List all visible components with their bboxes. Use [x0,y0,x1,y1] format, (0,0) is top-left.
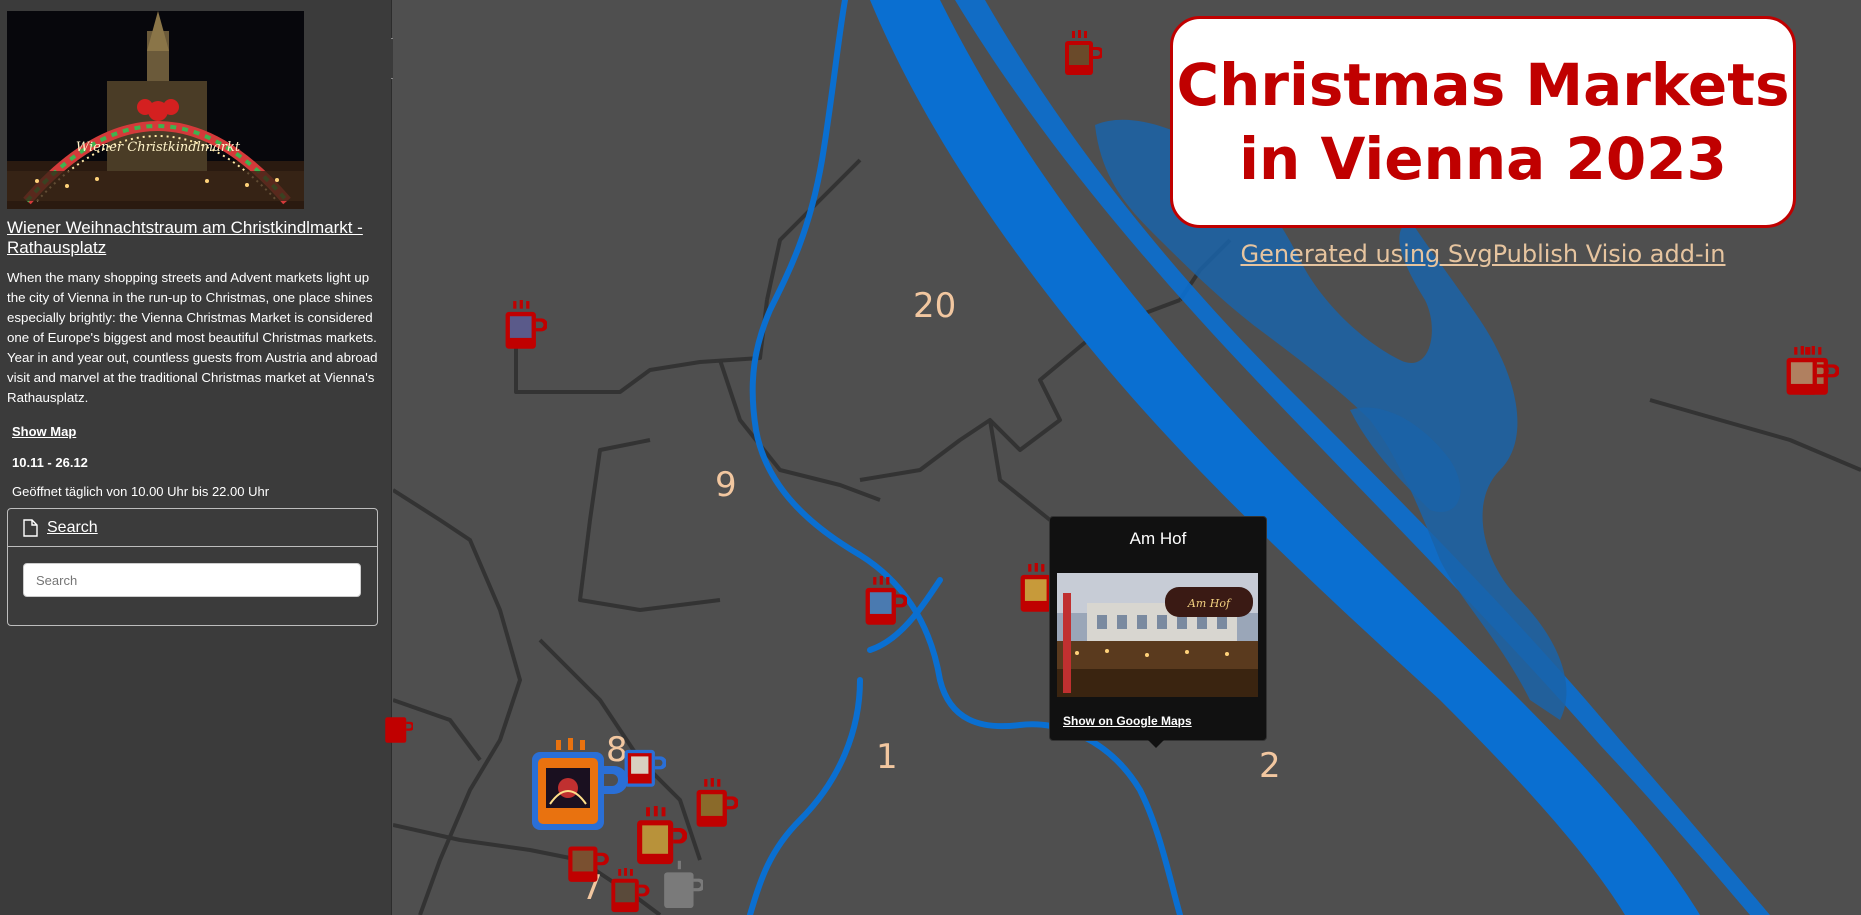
search-input[interactable] [23,563,361,597]
map-spacer-5 [1790,320,1792,322]
generated-by-link[interactable]: Generated using SvgPublish Visio add-in [1170,240,1796,268]
map-spacer-3 [1790,340,1792,342]
search-panel: Search [7,508,378,626]
district-label-20: 20 [913,286,957,326]
market-title-link[interactable]: Wiener Weihnachtstraum am Christkindlmar… [7,218,377,258]
market-hero-image: Wiener Christkindlmarkt [7,11,304,209]
market-marker-mug-icon[interactable] [631,806,687,868]
market-marker-mug-icon[interactable] [501,300,547,352]
search-panel-header[interactable]: Search [8,509,377,547]
district-label-9: 9 [715,465,737,505]
market-marker-mug-icon[interactable] [563,835,609,885]
market-marker-mug-icon[interactable] [661,860,703,912]
market-marker-mug-icon[interactable] [383,705,413,749]
popup-title: Am Hof [1129,529,1187,548]
document-icon [23,518,38,537]
map-spacer-6 [1790,310,1792,312]
market-marker-mug-icon[interactable] [692,778,738,830]
market-marker-mug-icon[interactable] [1062,30,1102,78]
market-marker-mug-icon-east[interactable] [1780,346,1830,398]
map-title: Christmas Markets in Vienna 2023 [1176,51,1790,193]
market-marker-mug-icon[interactable] [861,576,907,628]
show-map-link[interactable]: Show Map [12,424,76,439]
hero-sign-text: Wiener Christkindlmarkt [76,140,241,155]
sidebar: Wiener Christkindlmarkt Wiener Weihnacht… [0,0,392,915]
map-canvas[interactable]: 20 9 8 1 2 7 Christmas Markets in Vienna… [385,0,1861,915]
market-description: When the many shopping streets and Adven… [7,270,378,405]
market-marker-mug-icon[interactable] [605,868,651,915]
popup-pointer [1148,740,1164,748]
map-spacer-4 [1790,330,1792,332]
show-on-google-maps-link[interactable]: Show on Google Maps [1063,714,1192,728]
map-title-card: Christmas Markets in Vienna 2023 [1170,16,1796,228]
district-label-1: 1 [876,737,898,777]
district-label-2: 2 [1259,746,1281,786]
market-dates: 10.11 - 26.12 [12,455,88,470]
popup-photo: Am Hof [1057,573,1258,697]
market-hours: Geöffnet täglich von 10.00 Uhr bis 22.00… [12,484,270,499]
selected-market-mug-icon[interactable] [528,738,628,834]
market-popup: Am Hof Am Hof Show on Google Maps [1049,516,1267,748]
popup-photo-sign-text: Am Hof [1187,597,1232,610]
search-panel-title[interactable]: Search [47,519,98,537]
